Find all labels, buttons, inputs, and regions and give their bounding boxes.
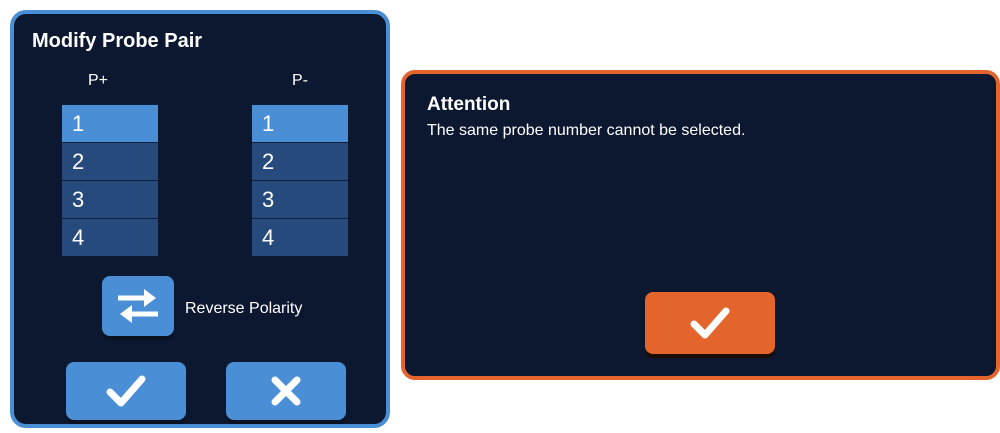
p-minus-header: P- xyxy=(292,72,308,89)
swap-arrows-icon xyxy=(118,289,158,323)
checkmark-icon xyxy=(690,307,730,339)
p-plus-item-2[interactable]: 2 xyxy=(62,142,158,180)
p-plus-header: P+ xyxy=(88,72,109,89)
p-minus-list: 1 2 3 4 xyxy=(252,104,348,256)
p-minus-item-2[interactable]: 2 xyxy=(252,142,348,180)
dialog-title: Modify Probe Pair xyxy=(32,30,203,52)
ok-button[interactable] xyxy=(645,292,775,354)
attention-message: The same probe number cannot be selected… xyxy=(427,122,746,139)
p-plus-item-3[interactable]: 3 xyxy=(62,180,158,218)
confirm-button[interactable] xyxy=(66,362,186,420)
p-plus-item-4[interactable]: 4 xyxy=(62,218,158,256)
p-minus-item-1[interactable]: 1 xyxy=(252,104,348,142)
modify-probe-pair-dialog: Modify Probe Pair P+ P- 1 2 3 4 1 2 3 4 … xyxy=(10,10,390,428)
attention-title: Attention xyxy=(427,94,511,115)
reverse-polarity-button[interactable] xyxy=(102,276,174,336)
cancel-button[interactable] xyxy=(226,362,346,420)
checkmark-icon xyxy=(106,375,146,407)
attention-dialog: Attention The same probe number cannot b… xyxy=(401,70,1000,380)
p-plus-list: 1 2 3 4 xyxy=(62,104,158,256)
close-icon xyxy=(271,376,301,406)
p-minus-item-3[interactable]: 3 xyxy=(252,180,348,218)
p-plus-item-1[interactable]: 1 xyxy=(62,104,158,142)
reverse-polarity-label: Reverse Polarity xyxy=(185,300,303,317)
p-minus-item-4[interactable]: 4 xyxy=(252,218,348,256)
